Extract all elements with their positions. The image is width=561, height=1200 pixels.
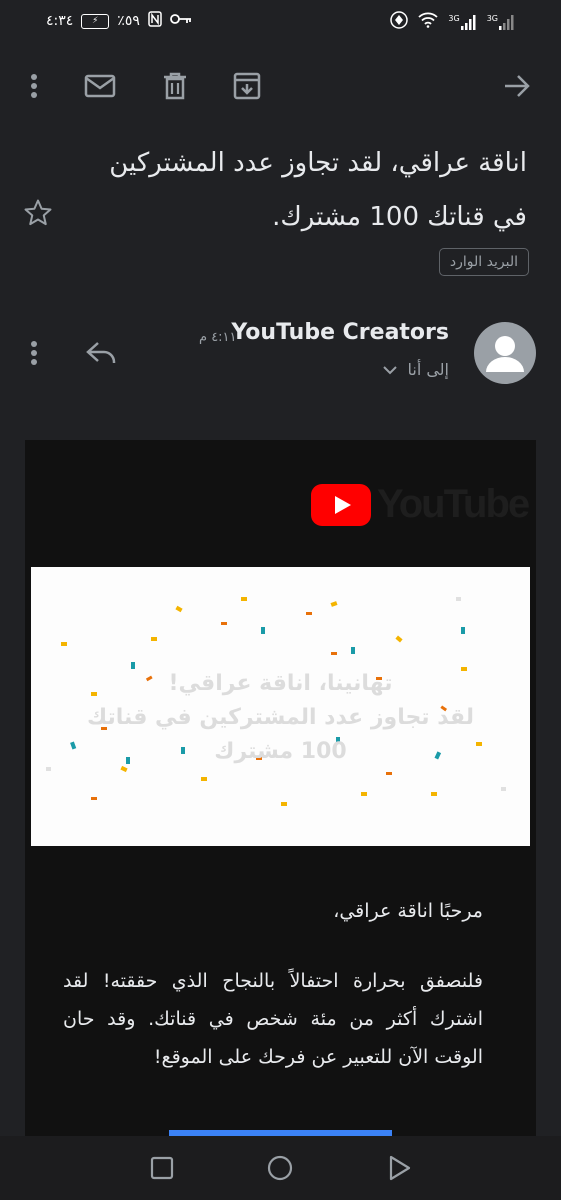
battery-percent: ٪٥٩ (117, 13, 140, 29)
email-time: ٤:١١ م (199, 330, 237, 345)
banner-line-2: لقد تجاوز عدد المشتركين في قناتك (86, 705, 475, 730)
youtube-logo: YouTube (311, 482, 530, 527)
celebration-banner: تهانينا، اناقة عراقي! لقد تجاوز عدد المش… (31, 567, 530, 846)
banner-line-1: تهانينا، اناقة عراقي! (168, 671, 393, 696)
key-icon (169, 13, 192, 29)
status-bar: ٤:٣٤ ⚡ ٪٥٩ 3G 3G (0, 0, 561, 42)
email-greeting: مرحبًا اناقة عراقي، (333, 900, 483, 922)
signal-icon-2: 3G (487, 14, 515, 30)
vpn-icon (390, 11, 409, 33)
banner-line-3: 100 مشترك (214, 739, 347, 764)
back-icon[interactable] (380, 1148, 420, 1188)
chevron-down-icon (383, 360, 398, 379)
recipient-details[interactable]: إلى أنا (383, 360, 449, 379)
recipient-label: إلى أنا (407, 360, 449, 379)
youtube-wordmark: YouTube (377, 482, 530, 526)
home-icon[interactable] (260, 1148, 300, 1188)
forward-arrow-icon[interactable] (497, 66, 537, 106)
status-time: ٤:٣٤ (46, 13, 74, 29)
avatar[interactable] (474, 322, 536, 384)
inbox-label-chip[interactable]: البريد الوارد (438, 248, 529, 276)
star-icon[interactable] (20, 195, 56, 231)
recents-icon[interactable] (142, 1148, 182, 1188)
nfc-icon (148, 11, 162, 31)
status-left: ٤:٣٤ ⚡ ٪٥٩ (46, 11, 192, 31)
signal-icon-1: 3G (448, 14, 476, 30)
reply-icon[interactable] (82, 338, 122, 368)
wifi-icon (418, 12, 439, 32)
youtube-play-icon (311, 483, 371, 526)
banner-text: تهانينا، اناقة عراقي! لقد تجاوز عدد المش… (31, 667, 530, 769)
email-subject: اناقة عراقي، لقد تجاوز عدد المشتركين في … (109, 148, 527, 232)
sender-name: YouTube Creators (231, 320, 449, 345)
more-vert-icon[interactable] (14, 338, 54, 368)
email-paragraph: فلنصفق بحرارة احتفالاً بالنجاح الذي حققت… (63, 970, 483, 1068)
archive-icon[interactable] (227, 66, 267, 106)
status-right: 3G 3G (390, 11, 515, 33)
delete-icon[interactable] (155, 66, 195, 106)
battery-icon: ⚡ (81, 13, 110, 29)
more-vert-icon[interactable] (14, 66, 54, 106)
mark-unread-icon[interactable] (80, 66, 120, 106)
